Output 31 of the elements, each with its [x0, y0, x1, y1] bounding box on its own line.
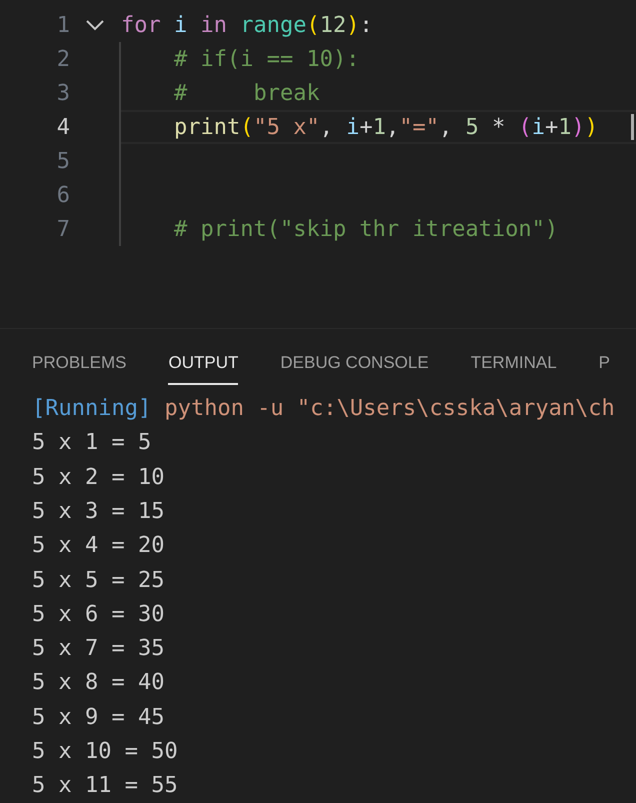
- code-line: print("5 x", i+1,"=", 5 * (i+1)): [174, 114, 598, 140]
- output-line: 5 x 5 = 25: [32, 566, 166, 595]
- output-line: 5 x 1 = 5: [32, 429, 152, 458]
- line-number: 4: [56, 114, 70, 140]
- line-number: 5: [56, 148, 70, 174]
- line-number: 1: [56, 12, 70, 38]
- panel-tab[interactable]: PROBLEMS: [32, 349, 126, 386]
- output-line: 5 x 4 = 20: [32, 532, 166, 560]
- panel-tab[interactable]: DEBUG CONSOLE: [280, 349, 429, 386]
- output-line: 5 x 6 = 30: [32, 600, 166, 629]
- output-line: 5 x 3 = 15: [32, 498, 166, 526]
- panel-tab[interactable]: OUTPUT: [168, 349, 238, 386]
- output-line: 5 x 11 = 55: [32, 772, 179, 800]
- code-line: # if(i == 10):: [174, 46, 360, 72]
- output-line: 5 x 7 = 35: [32, 635, 166, 664]
- output-line: [Running] python -u "c:\Users\csska\aryan\ch: [32, 395, 616, 424]
- code-line: # break: [174, 80, 320, 106]
- chevron-down-icon[interactable]: [86, 20, 104, 30]
- panel-tab[interactable]: TERMINAL: [470, 349, 557, 386]
- output-line: 5 x 9 = 45: [32, 704, 166, 732]
- panel-tab[interactable]: P: [598, 349, 610, 386]
- output-line: 5 x 10 = 50: [32, 738, 179, 766]
- output-line: 5 x 8 = 40: [32, 669, 166, 698]
- output-line: 5 x 2 = 10: [32, 464, 166, 492]
- code-line: # print("skip thr itreation"): [174, 216, 558, 242]
- line-number: 6: [56, 182, 70, 208]
- line-number: 7: [56, 216, 70, 242]
- line-number: 2: [56, 46, 70, 72]
- code-line: for i in range(12):: [121, 12, 373, 38]
- line-number: 3: [56, 80, 70, 106]
- text-cursor: [631, 114, 634, 140]
